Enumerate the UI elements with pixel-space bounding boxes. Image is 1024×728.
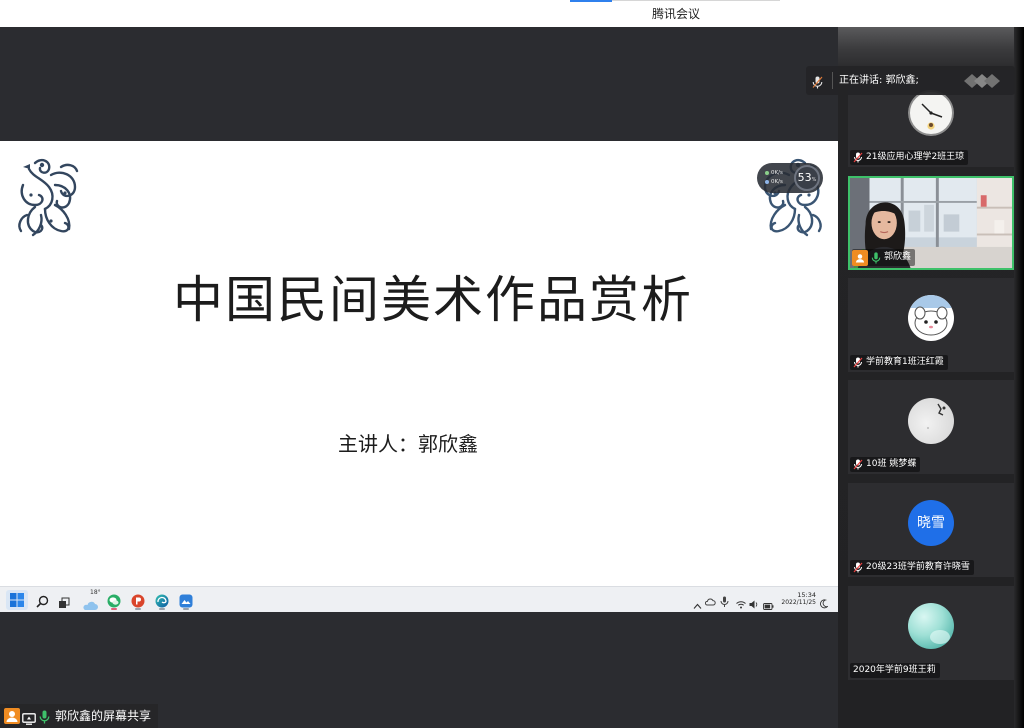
window-titlebar: 腾讯会议 — [0, 0, 1024, 27]
screen-share-icon[interactable] — [22, 710, 36, 728]
active-speaker-bar: 正在讲话: 郭欣鑫; — [806, 66, 1015, 95]
mic-tray-icon[interactable] — [720, 593, 729, 612]
mic-on-icon[interactable] — [39, 709, 50, 728]
photo-avatar — [908, 398, 954, 444]
participant-name-tag: 21级应用心理学2班王琼 — [850, 150, 969, 165]
taskbar-clock[interactable]: 15:34 2022/11/25 — [778, 591, 816, 607]
speaker-bar-separator — [832, 72, 833, 89]
person-badge-icon — [4, 708, 20, 724]
active-indicator — [135, 608, 141, 610]
wifi-icon[interactable] — [736, 594, 746, 613]
slide-title: 中国民间美术作品赏析 — [173, 271, 693, 329]
upload-dot-icon — [765, 171, 769, 175]
download-dot-icon — [765, 180, 769, 184]
participant-name: 学前教育1班汪红霞 — [866, 357, 944, 367]
participant-name-tag: 10班 姚梦蝶 — [850, 457, 921, 472]
usage-ring: 53 % — [794, 165, 820, 191]
taskbar-date: 2022/11/25 — [781, 599, 816, 606]
window-title: 腾讯会议 — [651, 7, 700, 21]
mic-muted-icon[interactable] — [853, 152, 863, 163]
participant-name-tag: 20级23班学前教育许晓雪 — [850, 560, 974, 575]
weather-icon[interactable] — [82, 596, 98, 615]
person-badge-icon — [852, 249, 868, 266]
titlebar-accent-line — [570, 0, 612, 2]
participant-name: 21级应用心理学2班王琼 — [866, 152, 965, 162]
usage-unit: % — [811, 177, 817, 183]
speaker-mic-icon — [812, 74, 823, 93]
speaker-bar-text: 正在讲话: 郭欣鑫; — [839, 75, 919, 86]
taskbar-time: 15:34 — [797, 591, 816, 599]
notification-icon[interactable] — [819, 594, 829, 613]
active-indicator — [183, 608, 189, 610]
participant-name-tag: 郭欣鑫 — [852, 249, 916, 266]
participant-tile[interactable]: 2020年学前9班王莉 — [848, 586, 1014, 680]
mic-muted-icon[interactable] — [853, 357, 863, 368]
presentation-slide: 中国民间美术作品赏析 主讲人：郭欣鑫 0K/s 0K/s 53 % — [0, 141, 838, 586]
participant-name: 10班 姚梦蝶 — [866, 459, 917, 469]
usage-value: 53 — [797, 171, 812, 184]
participant-tile[interactable]: 10班 姚梦蝶 — [848, 380, 1014, 474]
weather-temperature: 18° — [90, 589, 101, 596]
participant-name-tag: 学前教育1班汪红霞 — [850, 355, 948, 370]
task-view-icon[interactable] — [58, 594, 70, 613]
participant-tile[interactable]: 晓雪 20级23班学前教育许晓雪 — [848, 483, 1014, 577]
battery-icon[interactable] — [763, 595, 774, 614]
initials-avatar: 晓雪 — [908, 500, 954, 546]
upload-speed: 0K/s — [765, 169, 783, 177]
speaker-bar-badge-icon — [962, 72, 1004, 90]
sphere-avatar — [908, 603, 954, 649]
slide-presenter: 主讲人：郭欣鑫 — [338, 432, 478, 456]
cartoon-avatar — [908, 295, 954, 341]
active-indicator — [111, 608, 117, 610]
sync-icon[interactable] — [704, 593, 716, 612]
mic-muted-icon[interactable] — [853, 562, 863, 573]
volume-icon[interactable] — [749, 594, 759, 613]
start-icon[interactable] — [10, 592, 24, 611]
download-speed-value: 0K/s — [771, 179, 783, 185]
network-monitor-widget[interactable]: 0K/s 0K/s 53 % — [757, 163, 823, 193]
participant-name-tag: 2020年学前9班王莉 — [850, 663, 940, 678]
screen-share-label: 郭欣鑫的屏幕共享 — [0, 704, 158, 728]
clock-avatar — [908, 90, 954, 136]
mic-muted-icon[interactable] — [853, 459, 863, 470]
participant-tile[interactable]: 学前教育1班汪红霞 — [848, 278, 1014, 372]
phoenix-left-image — [18, 158, 79, 237]
titlebar-divider — [612, 0, 780, 1]
mic-on-icon[interactable] — [871, 251, 881, 264]
windows-taskbar: 18° 15:34 2022/11/25 — [0, 586, 838, 612]
upload-speed-value: 0K/s — [771, 170, 783, 176]
screen-share-label-text: 郭欣鑫的屏幕共享 — [55, 709, 152, 723]
active-indicator — [159, 608, 165, 610]
participant-tile-video[interactable]: 郭欣鑫 — [848, 176, 1014, 270]
chevron-up-icon[interactable] — [693, 595, 702, 614]
search-icon[interactable] — [36, 593, 49, 612]
panel-edge-shadow — [1014, 27, 1024, 728]
participant-name: 20级23班学前教育许晓雪 — [866, 562, 970, 572]
participant-name: 2020年学前9班王莉 — [853, 665, 936, 675]
participant-name: 郭欣鑫 — [884, 252, 912, 262]
download-speed: 0K/s — [765, 178, 783, 186]
